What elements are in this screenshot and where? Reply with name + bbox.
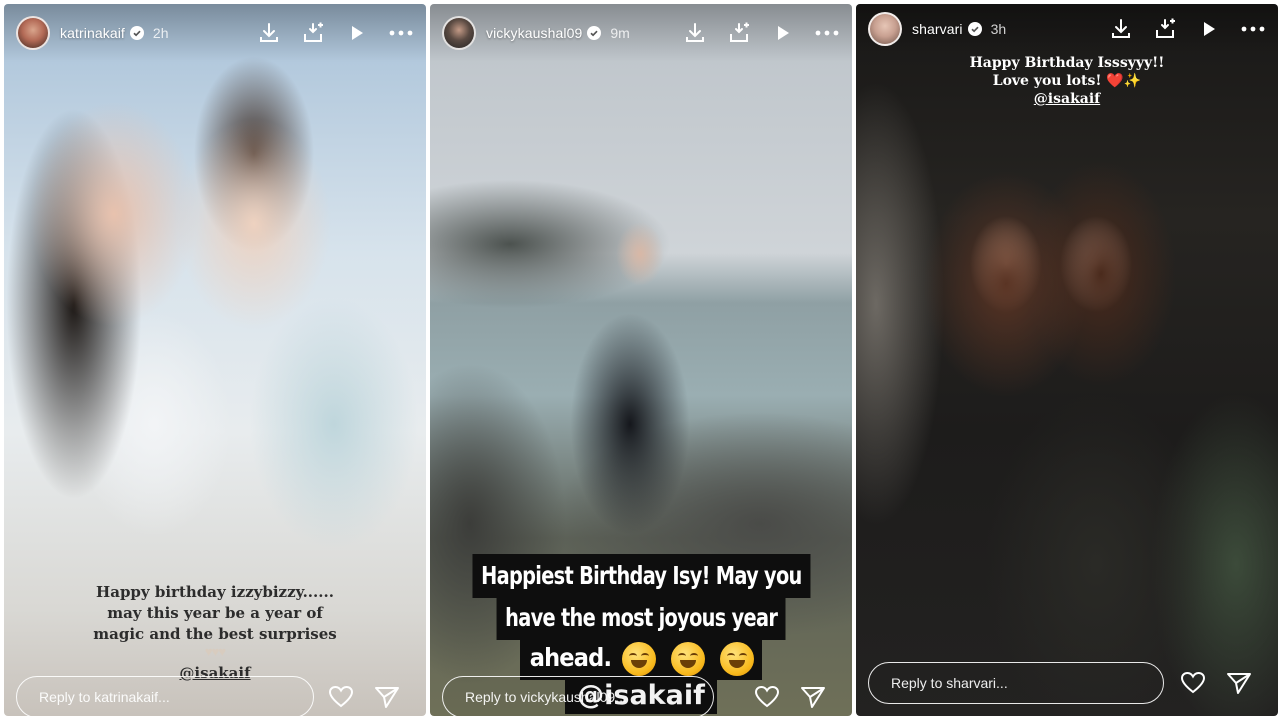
reply-bar: Reply to vickykaushal09...	[430, 676, 852, 716]
avatar[interactable]	[868, 12, 902, 46]
play-icon[interactable]	[770, 20, 796, 46]
verified-badge-icon	[587, 26, 602, 40]
time-ago: 3h	[990, 21, 1007, 37]
download-icon[interactable]	[682, 20, 708, 46]
heart-icon[interactable]	[328, 684, 354, 710]
reply-bar: Reply to sharvari...	[856, 662, 1278, 704]
add-to-story-icon[interactable]	[300, 20, 326, 46]
time-ago: 2h	[152, 25, 169, 41]
avatar[interactable]	[442, 16, 476, 50]
caption-line: Love you lots! ❤️✨	[992, 73, 1142, 89]
story-caption: Happy birthday izzybizzy...... may this …	[4, 582, 426, 684]
story-card-katrinakaif[interactable]: katrinakaif 2h Happy birthday izzybizzy.…	[4, 4, 426, 716]
caption-line: magic and the best surprises	[93, 625, 337, 643]
caption-line: Happy birthday izzybizzy......	[96, 583, 334, 601]
story-card-sharvari[interactable]: sharvari 3h Happy Birthday Isssyyy!! Lov…	[856, 4, 1278, 716]
add-to-story-icon[interactable]	[1152, 16, 1178, 42]
story-caption: Happy Birthday Isssyyy!! Love you lots! …	[856, 54, 1278, 108]
username[interactable]: vickykaushal09	[486, 25, 582, 41]
more-options-icon[interactable]	[814, 20, 840, 46]
send-icon[interactable]	[374, 684, 400, 710]
banner-line: ahead.	[529, 643, 612, 672]
play-icon[interactable]	[344, 20, 370, 46]
verified-badge-icon	[129, 26, 144, 40]
hugging-face-icon	[622, 642, 657, 676]
reply-input[interactable]: Reply to katrinakaif...	[16, 676, 314, 716]
story-header: sharvari 3h	[856, 4, 1278, 54]
download-icon[interactable]	[1108, 16, 1134, 42]
heart-icon[interactable]	[754, 684, 780, 710]
banner-line: Happiest Birthday Isy! May you	[472, 554, 810, 598]
mention-link[interactable]: @isakaif	[1034, 91, 1100, 107]
story-header: katrinakaif 2h	[4, 4, 426, 62]
username[interactable]: katrinakaif	[60, 25, 125, 41]
reply-input[interactable]: Reply to sharvari...	[868, 662, 1164, 704]
send-icon[interactable]	[1226, 670, 1252, 696]
username[interactable]: sharvari	[912, 21, 963, 37]
play-icon[interactable]	[1196, 16, 1222, 42]
verified-badge-icon	[967, 22, 982, 36]
hugging-face-icon	[671, 642, 706, 676]
more-options-icon[interactable]	[388, 20, 414, 46]
download-icon[interactable]	[256, 20, 282, 46]
caption-line: Happy Birthday Isssyyy!!	[969, 55, 1165, 71]
heart-emojis-icon: ♥♥♥	[204, 644, 226, 659]
avatar[interactable]	[16, 16, 50, 50]
caption-line: may this year be a year of	[107, 604, 323, 622]
reply-input[interactable]: Reply to vickykaushal09...	[442, 676, 714, 716]
story-header: vickykaushal09 9m	[430, 4, 852, 62]
more-options-icon[interactable]	[1240, 16, 1266, 42]
reply-bar: Reply to katrinakaif...	[4, 676, 426, 716]
banner-line: have the most joyous year	[496, 596, 786, 640]
add-to-story-icon[interactable]	[726, 20, 752, 46]
time-ago: 9m	[610, 25, 630, 41]
story-card-vickykaushal09[interactable]: vickykaushal09 9m Happiest Birthday Isy!…	[430, 4, 852, 716]
hugging-face-icon	[720, 642, 755, 676]
heart-icon[interactable]	[1180, 670, 1206, 696]
send-icon[interactable]	[800, 684, 826, 710]
